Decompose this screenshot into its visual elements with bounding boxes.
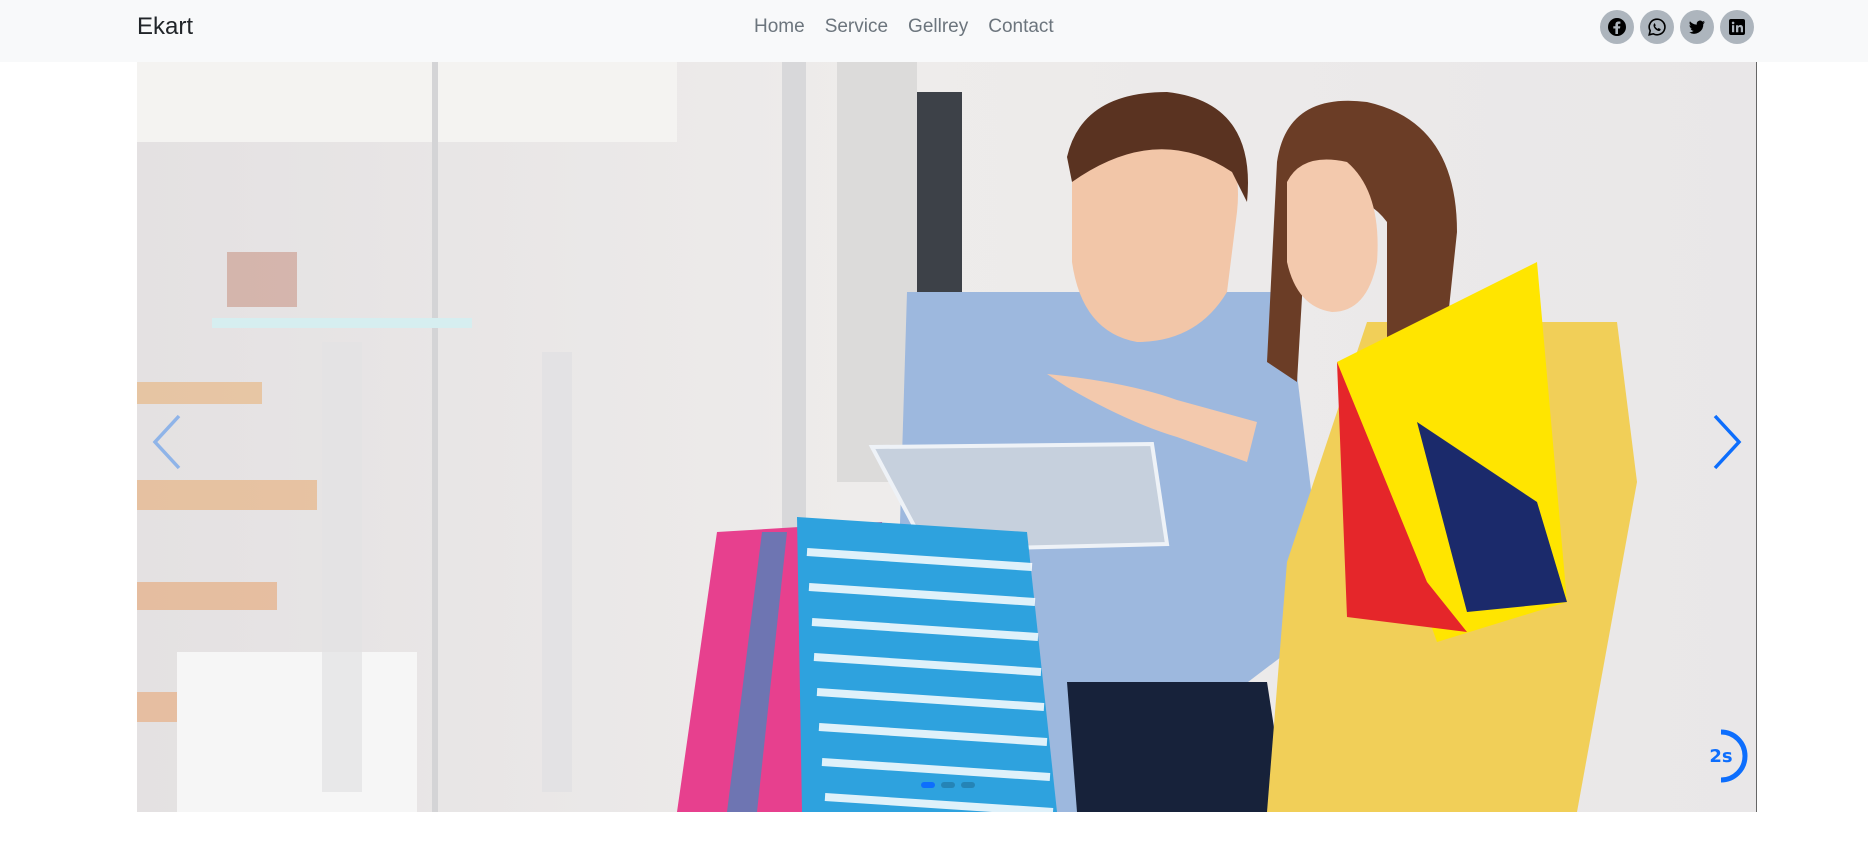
chevron-left-icon (152, 414, 181, 470)
nav-link-service[interactable]: Service (825, 16, 888, 38)
timer-label: 2s (1709, 745, 1733, 767)
carousel-prev-button[interactable] (137, 402, 197, 482)
carousel-indicator-2[interactable] (941, 782, 955, 788)
facebook-icon[interactable] (1600, 10, 1634, 44)
autoplay-timer: 2s (1693, 728, 1749, 784)
carousel-slide-image (137, 62, 1757, 812)
carousel-next-button[interactable] (1697, 402, 1757, 482)
nav-link-contact[interactable]: Contact (988, 16, 1053, 38)
brand-logo[interactable]: Ekart (137, 13, 193, 41)
hero-carousel: 2s (137, 62, 1757, 812)
nav-links: Home Service Gellrey Contact (754, 16, 1054, 38)
carousel-indicator-3[interactable] (961, 782, 975, 788)
navbar: Ekart Home Service Gellrey Contact (0, 0, 1868, 62)
nav-link-gallery[interactable]: Gellrey (908, 16, 968, 38)
nav-link-home[interactable]: Home (754, 16, 805, 38)
carousel-indicator-1[interactable] (921, 782, 935, 788)
linkedin-icon[interactable] (1720, 10, 1754, 44)
carousel-indicators (921, 782, 975, 788)
social-links (1600, 10, 1754, 44)
twitter-icon[interactable] (1680, 10, 1714, 44)
chevron-right-icon (1713, 414, 1742, 470)
whatsapp-icon[interactable] (1640, 10, 1674, 44)
